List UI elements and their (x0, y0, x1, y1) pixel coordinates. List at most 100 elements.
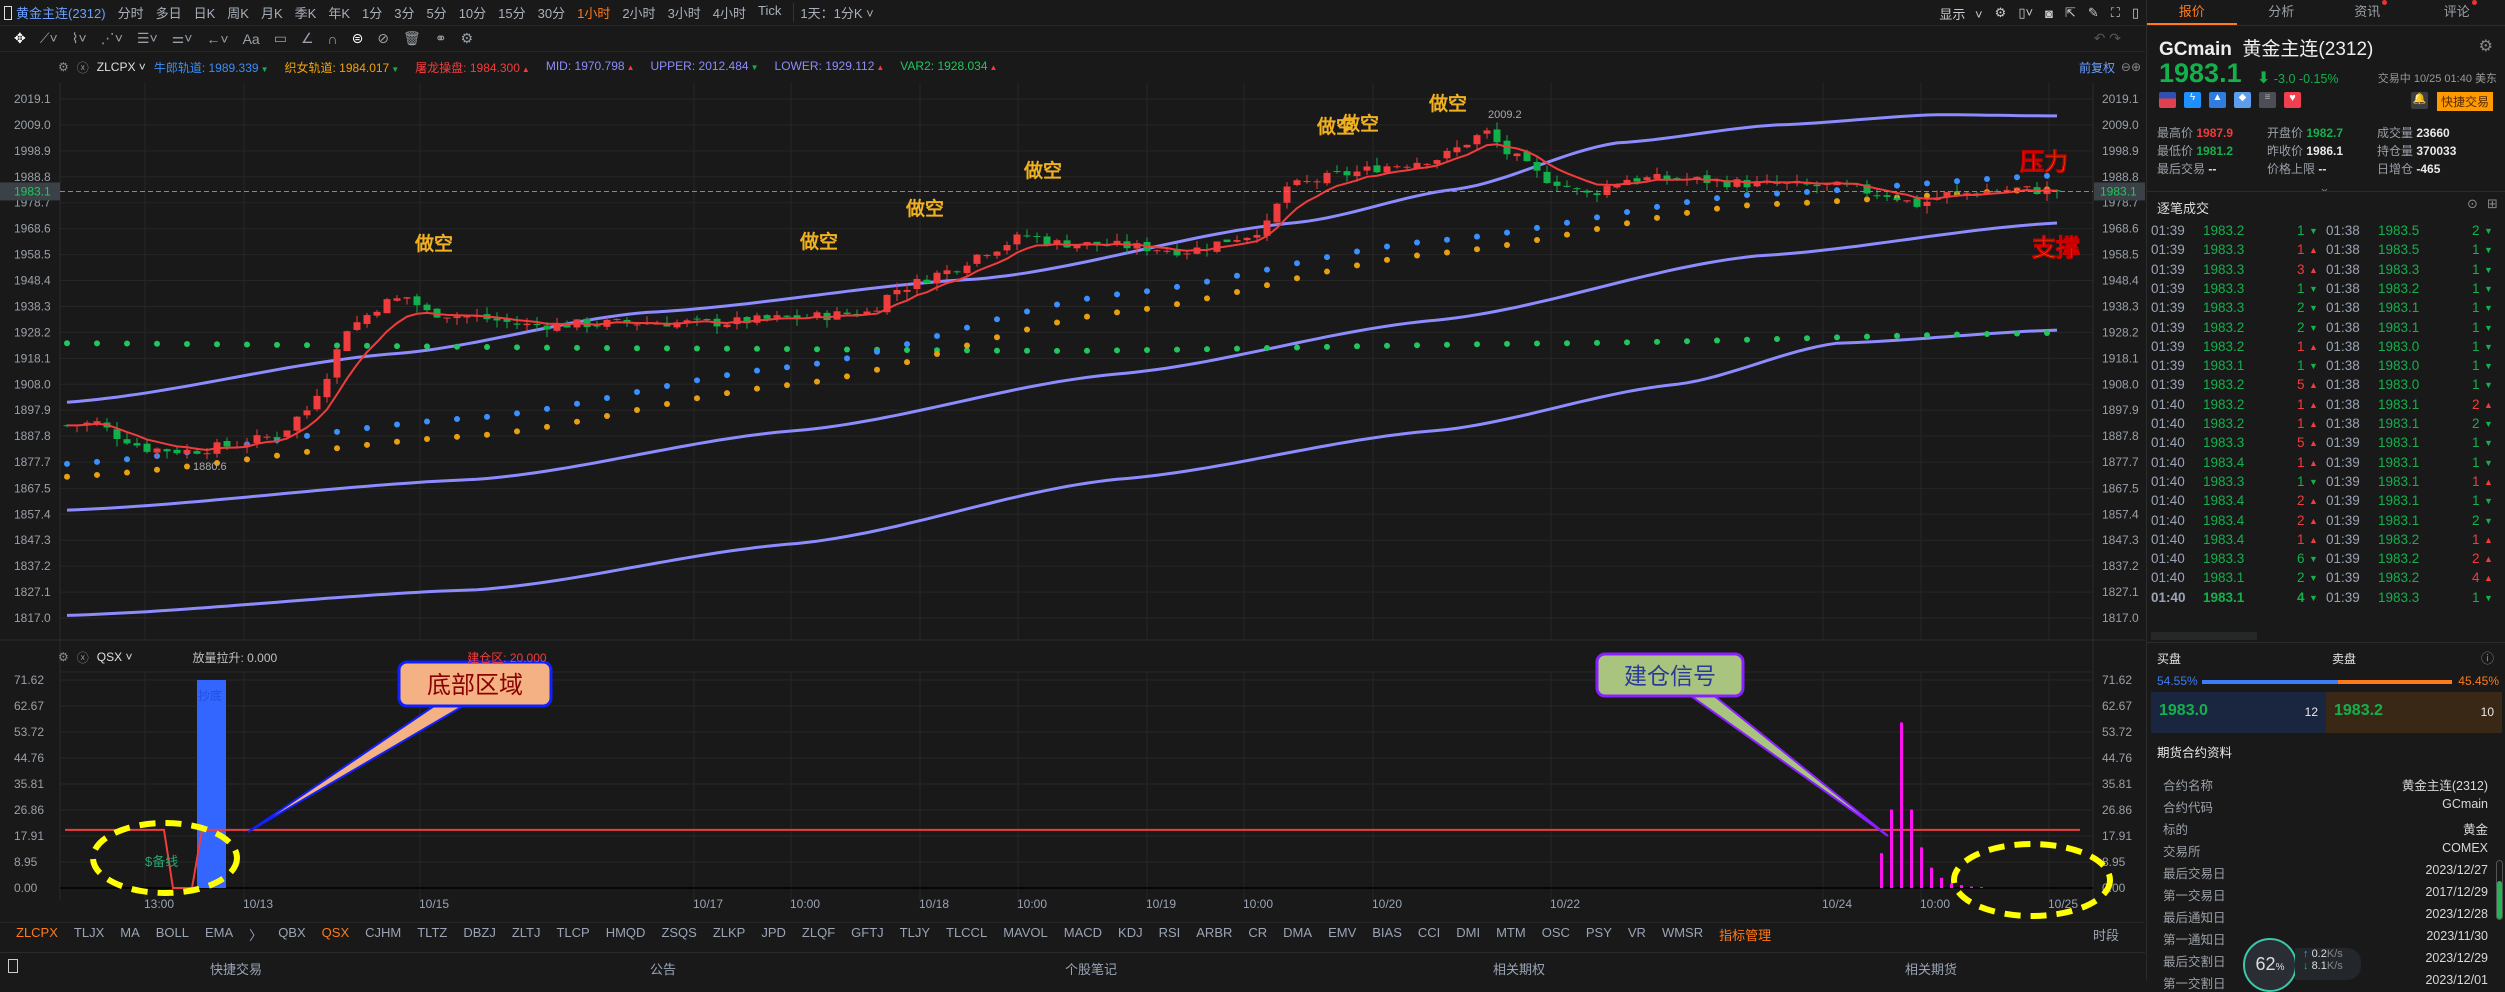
period-tab[interactable]: 4小时 (713, 3, 746, 22)
indicator-tab[interactable]: ZLQF (802, 925, 835, 944)
level1-icon[interactable]: ϟ (2184, 92, 2201, 108)
indicator-tab[interactable]: OSC (1542, 925, 1570, 944)
quick-trade-button[interactable]: 快捷交易 (2437, 92, 2493, 111)
wave-tool-icon[interactable]: ⋰˅ (101, 30, 123, 47)
settings-icon[interactable]: ⚙ (1995, 5, 2007, 21)
indicator-tab[interactable]: WMSR (1662, 925, 1703, 944)
expand-chevron-icon[interactable]: ⌄ (2319, 180, 2330, 196)
indicator-tab[interactable]: GFTJ (851, 925, 884, 944)
indicator-tab[interactable]: QBX (278, 925, 305, 944)
sub-indicator-name[interactable]: QSX ˅ (97, 650, 133, 664)
pen-icon[interactable]: ✎ (2088, 5, 2099, 21)
adjust-mode[interactable]: 前复权 (2079, 59, 2115, 76)
indicator-tab[interactable]: PSY (1586, 925, 1612, 944)
indicator-tab[interactable]: VR (1628, 925, 1646, 944)
indicator-tab[interactable]: MA (120, 925, 140, 944)
kline-chart[interactable]: 2019.12019.12009.02009.01998.91998.91988… (0, 0, 2145, 980)
drawing-settings-icon[interactable]: ⚙ (461, 30, 474, 47)
bottom-tab[interactable]: 相关期权 (1493, 959, 1545, 978)
period-tab[interactable]: 年K (328, 3, 350, 22)
period-tab[interactable]: 3分 (394, 3, 414, 22)
fullscreen-icon[interactable]: ⛶ (2111, 5, 2120, 21)
indicator-tab[interactable]: ZLCPX (16, 925, 58, 944)
period-tab[interactable]: 周K (227, 3, 249, 22)
indicator-tab[interactable]: BIAS (1372, 925, 1402, 944)
arrow-tool-icon[interactable]: ←˅ (206, 31, 228, 47)
period-tab[interactable]: 1小时 (577, 3, 610, 22)
indicator-name[interactable]: ZLCPX ˅ (97, 60, 146, 74)
indicator-tab[interactable]: JPD (761, 925, 786, 944)
text-tool-icon[interactable]: Aa (243, 31, 260, 47)
indicator-close-icon[interactable]: ⓧ (77, 59, 89, 76)
tab-comments[interactable]: 评论 (2416, 0, 2505, 25)
angle-tool-icon[interactable]: ∠ (301, 30, 314, 47)
indicator-tab[interactable]: KDJ (1118, 925, 1143, 944)
indicator-tab[interactable]: ARBR (1196, 925, 1232, 944)
indicator-tab[interactable]: DMI (1456, 925, 1480, 944)
gold-icon[interactable]: ▲ (2209, 92, 2226, 108)
line-tool-icon[interactable]: ⟋˅ (40, 30, 58, 47)
indicator-tab[interactable]: BOLL (156, 925, 189, 944)
indicator-tab[interactable]: EMV (1328, 925, 1356, 944)
move-icon[interactable]: ✥ (14, 30, 26, 47)
indicator-tab[interactable]: TLCP (556, 925, 589, 944)
settings-icon[interactable]: ⚙ (2479, 36, 2493, 56)
link-icon[interactable]: ⚭ (435, 30, 447, 47)
tag-icon[interactable]: ◆ (2234, 92, 2251, 108)
note-icon[interactable]: ≡ (2259, 92, 2276, 108)
scrollbar[interactable] (2496, 860, 2503, 920)
tab-analysis[interactable]: 分析 (2237, 0, 2327, 25)
indicator-tab[interactable]: RSI (1159, 925, 1181, 944)
period-tab[interactable]: 1分 (362, 3, 382, 22)
period-tab[interactable]: 15分 (498, 3, 525, 22)
period-tab[interactable]: Tick (758, 3, 781, 22)
indicator-tab[interactable]: TLCCL (946, 925, 987, 944)
bottom-tab[interactable]: 相关期货 (1905, 959, 1957, 978)
indicator-tab[interactable]: TLJX (74, 925, 104, 944)
period-tab[interactable]: 5分 (426, 3, 446, 22)
indicator-tab[interactable]: HMQD (606, 925, 646, 944)
period-tab[interactable]: 10分 (459, 3, 486, 22)
display-menu[interactable]: 显示 ˅ (1933, 4, 1982, 23)
zoom-controls-icon[interactable]: ⊖⊕ (2121, 60, 2141, 74)
export-icon[interactable]: ⇱ (2065, 5, 2076, 21)
period-tab[interactable]: 分时 (118, 3, 144, 22)
indicator-tab[interactable]: MACD (1064, 925, 1102, 944)
indicator-tab[interactable]: QSX (322, 925, 349, 944)
period-tab[interactable]: 日K (194, 3, 216, 22)
indicator-settings-icon[interactable]: ⚙ (58, 60, 69, 74)
sub-settings-icon[interactable]: ⚙ (58, 650, 69, 664)
symbol-title[interactable]: 黄金主连(2312) (16, 3, 106, 22)
fib-tool-icon[interactable]: ☰˅ (137, 30, 158, 47)
period-tab[interactable]: 30分 (538, 3, 565, 22)
grid-icon[interactable]: ⊞ (2487, 196, 2498, 212)
indicator-tab[interactable]: EMA (205, 925, 233, 944)
indicator-manage[interactable]: 指标管理 (1719, 925, 1771, 944)
network-monitor[interactable]: 62% (2243, 938, 2297, 992)
period-tab[interactable]: 月K (261, 3, 283, 22)
tab-quote[interactable]: 报价 (2147, 0, 2237, 25)
info-icon[interactable]: ⓘ (2481, 648, 2494, 667)
screenshot-icon[interactable]: ◙ (2045, 6, 2053, 21)
period-tab[interactable]: 季K (295, 3, 317, 22)
indicator-tab[interactable]: ZLKP (713, 925, 746, 944)
indicator-tab[interactable]: ZSQS (661, 925, 696, 944)
indicator-tab[interactable]: CCI (1418, 925, 1440, 944)
collapse-icon[interactable] (8, 959, 18, 973)
custom-period-select[interactable]: 1天：1分K ˅ (793, 3, 873, 22)
bottom-tab[interactable]: 个股笔记 (1065, 959, 1117, 978)
period-label[interactable]: 时段 (2093, 925, 2119, 944)
bottom-tab[interactable]: 公告 (650, 959, 676, 978)
magnet-icon[interactable]: ∩ (328, 31, 338, 47)
period-tab[interactable]: 2小时 (622, 3, 655, 22)
indicator-tab[interactable]: DMA (1283, 925, 1312, 944)
bottom-tab[interactable]: 快捷交易 (210, 959, 262, 978)
sub-close-icon[interactable]: ⓧ (77, 649, 89, 666)
indicator-tab[interactable]: ZLTJ (512, 925, 541, 944)
indicator-tab[interactable]: CJHM (365, 925, 401, 944)
indicator-tab[interactable]: CR (1248, 925, 1267, 944)
indicator-tab[interactable]: DBZJ (463, 925, 496, 944)
indicator-tab[interactable]: TLTZ (417, 925, 447, 944)
indicator-tab[interactable]: MAVOL (1003, 925, 1048, 944)
tab-news[interactable]: 资讯 (2326, 0, 2416, 25)
